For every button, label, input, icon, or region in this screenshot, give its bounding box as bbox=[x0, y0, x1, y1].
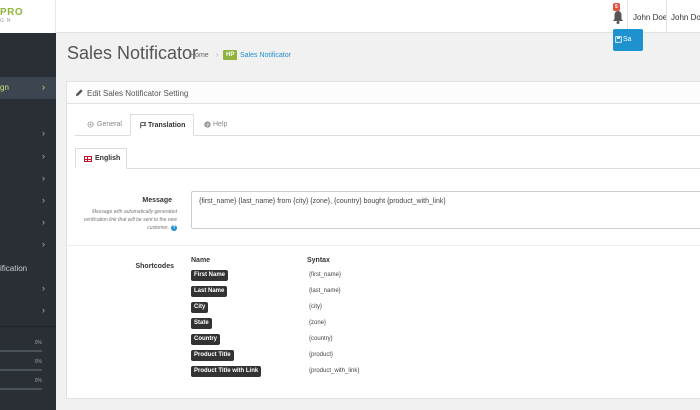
sidebar-item[interactable]: › bbox=[0, 190, 56, 212]
page-title: Sales Notificator bbox=[67, 43, 199, 63]
chevron-right-icon: › bbox=[42, 128, 45, 138]
breadcrumb-hp-badge: HP bbox=[223, 50, 238, 60]
sidebar-item[interactable]: › bbox=[0, 212, 56, 234]
shortcodes-label: Shortcodes bbox=[135, 263, 174, 270]
sidebar-divider bbox=[0, 326, 56, 327]
message-label: Message bbox=[142, 197, 172, 204]
shortcode-syntax: {product_with_link} bbox=[309, 368, 360, 374]
shortcode-row: Country {country} bbox=[67, 334, 700, 346]
progress-percent: 0% bbox=[34, 359, 42, 365]
shortcode-syntax: {zone} bbox=[309, 320, 327, 326]
shortcode-name-badge: Last Name bbox=[191, 286, 228, 297]
settings-tabs: General Translation ? Help bbox=[75, 114, 700, 136]
logo-text: PRO bbox=[0, 7, 24, 18]
message-help-text: Message with automatically generated ver… bbox=[67, 208, 177, 232]
chevron-right-icon: › bbox=[42, 283, 45, 293]
sidebar-item[interactable] bbox=[0, 55, 56, 77]
chevron-right-icon: › bbox=[42, 173, 45, 183]
sidebar-item[interactable]: › bbox=[0, 123, 56, 145]
sidebar-item[interactable]: › bbox=[0, 234, 56, 256]
bell-icon[interactable] bbox=[612, 9, 624, 25]
sidebar-item-label: gn bbox=[0, 83, 9, 92]
panel-heading: Edit Sales Notificator Setting bbox=[67, 82, 700, 104]
chevron-right-icon: › bbox=[42, 305, 45, 315]
user-menu-secondary[interactable]: John Doe bbox=[671, 13, 700, 22]
shortcode-row: Product Title {product} bbox=[67, 350, 700, 362]
shortcodes-header-syntax: Syntax bbox=[307, 257, 330, 264]
question-circle-icon[interactable]: ? bbox=[171, 224, 177, 231]
sidebar-progress: 0% bbox=[0, 378, 42, 392]
user-menu[interactable]: John Doe bbox=[633, 13, 667, 22]
save-button[interactable]: Sa bbox=[613, 29, 643, 51]
progress-track bbox=[0, 369, 42, 371]
shortcode-syntax: {last_name} bbox=[309, 288, 341, 294]
tab-help[interactable]: ? Help bbox=[197, 114, 237, 136]
shortcode-name-badge: First Name bbox=[191, 270, 229, 281]
sidebar: gn › › › › › › › ification › › 0% 0% 0% bbox=[0, 33, 56, 410]
sidebar-item-verification[interactable]: ification bbox=[0, 258, 56, 280]
gear-icon bbox=[87, 121, 94, 128]
form-divider bbox=[67, 245, 700, 246]
language-label: English bbox=[95, 155, 121, 162]
panel-title: Edit Sales Notificator Setting bbox=[87, 89, 189, 98]
shortcode-syntax: {first_name} bbox=[309, 272, 342, 278]
shortcode-row: State {zone} bbox=[67, 318, 700, 330]
shortcode-syntax: {city} bbox=[309, 304, 323, 310]
sidebar-item-design[interactable]: gn › bbox=[0, 77, 56, 99]
message-help: Message with automatically generated ver… bbox=[83, 209, 177, 231]
svg-text:?: ? bbox=[206, 122, 209, 128]
tab-translation[interactable]: Translation bbox=[130, 114, 194, 136]
shortcode-name-badge: State bbox=[191, 318, 212, 329]
message-textarea[interactable]: {first_name} {last_name} from {city} {zo… bbox=[191, 191, 700, 229]
tab-language-english[interactable]: English bbox=[75, 148, 127, 169]
progress-percent: 0% bbox=[34, 378, 42, 384]
progress-track bbox=[0, 350, 42, 352]
uk-flag-icon bbox=[84, 156, 92, 162]
sidebar-item-label: ification bbox=[0, 264, 28, 273]
question-circle-icon: ? bbox=[204, 121, 211, 128]
chevron-right-icon: › bbox=[42, 151, 45, 161]
top-navbar: PRO GN 5 John Doe John Doe bbox=[0, 0, 700, 33]
shortcode-name-badge: Product Title with Link bbox=[191, 366, 262, 377]
shortcode-name-badge: City bbox=[191, 302, 209, 313]
sidebar-item[interactable]: › bbox=[0, 278, 56, 300]
chevron-right-icon: › bbox=[42, 82, 45, 92]
tab-label: Help bbox=[213, 121, 228, 128]
tab-label: Translation bbox=[148, 122, 186, 129]
breadcrumb-home[interactable]: Home bbox=[190, 52, 209, 59]
shortcode-syntax: {product} bbox=[309, 352, 334, 358]
shortcode-row: City {city} bbox=[67, 302, 700, 314]
chevron-right-icon: › bbox=[42, 195, 45, 205]
language-tabs: English bbox=[75, 148, 700, 169]
chevron-right-icon: › bbox=[42, 239, 45, 249]
settings-panel: Edit Sales Notificator Setting General T… bbox=[66, 81, 700, 399]
logo[interactable]: PRO GN bbox=[0, 0, 56, 33]
save-label: Sa bbox=[623, 36, 632, 43]
tab-label: General bbox=[97, 121, 122, 128]
sidebar-progress: 0% bbox=[0, 359, 42, 373]
progress-percent: 0% bbox=[34, 340, 42, 346]
sidebar-progress: 0% bbox=[0, 340, 42, 354]
breadcrumb-current[interactable]: Sales Notificator bbox=[240, 52, 291, 59]
shortcode-name-badge: Country bbox=[191, 334, 220, 345]
sidebar-item[interactable]: › bbox=[0, 168, 56, 190]
shortcode-row: Product Title with Link {product_with_li… bbox=[67, 366, 700, 378]
shortcode-row: First Name {first_name} bbox=[67, 270, 700, 282]
shortcode-row: Last Name {last_name} bbox=[67, 286, 700, 298]
flag-icon bbox=[140, 122, 147, 129]
message-value: {first_name} {last_name} from {city} {zo… bbox=[199, 198, 446, 205]
shortcode-syntax: {country} bbox=[309, 336, 333, 342]
save-icon bbox=[615, 36, 622, 43]
shortcode-name-badge: Product Title bbox=[191, 350, 234, 361]
breadcrumb-separator: › bbox=[216, 52, 219, 59]
pencil-icon bbox=[75, 89, 83, 97]
chevron-right-icon: › bbox=[42, 217, 45, 227]
sidebar-item[interactable]: › bbox=[0, 146, 56, 168]
progress-track bbox=[0, 388, 42, 390]
shortcodes-header-name: Name bbox=[191, 257, 211, 264]
tab-general[interactable]: General bbox=[75, 114, 129, 136]
divider bbox=[666, 0, 667, 33]
sidebar-item[interactable]: › bbox=[0, 300, 56, 322]
logo-subtext: GN bbox=[0, 18, 14, 24]
